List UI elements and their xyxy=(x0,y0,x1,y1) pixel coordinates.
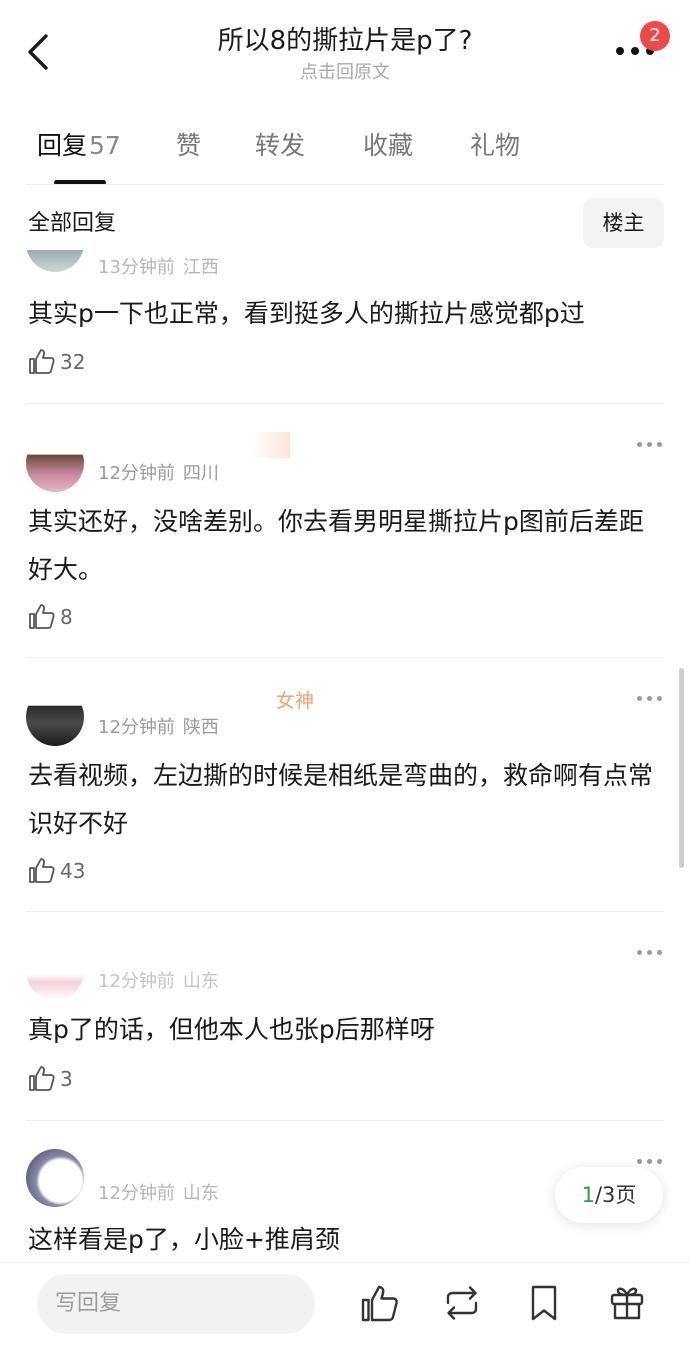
tab-replies-label: 回复 xyxy=(37,131,88,160)
avatar[interactable] xyxy=(26,1149,84,1207)
comment-item: 13分钟前 江西 其实p一下也正常，看到挺多人的撕拉片感觉都p过 32 xyxy=(0,250,690,400)
comment-text: 真p了的话，但他本人也张p后那样呀 xyxy=(28,1015,435,1044)
bookmark-icon xyxy=(531,1285,557,1321)
comment-more-button[interactable] xyxy=(636,693,664,705)
top-header: 所以8的撕拉片是p了? 点击回原文 2 xyxy=(0,0,690,100)
tab-bar: 回复57 赞 转发 收藏 礼物 xyxy=(0,118,690,188)
reply-input[interactable]: 写回复 xyxy=(37,1274,315,1334)
divider xyxy=(26,403,664,404)
comment-text: 这样看是p了，小脸+推肩颈 xyxy=(28,1225,340,1254)
comment-meta: 12分钟前 山东 xyxy=(98,1182,219,1206)
avatar[interactable] xyxy=(26,250,84,272)
comment-more-button[interactable] xyxy=(636,439,664,451)
comment-time: 13分钟前 xyxy=(98,257,175,278)
page-indicator[interactable]: 1/3页 xyxy=(555,1167,663,1223)
avatar[interactable] xyxy=(26,434,84,492)
scrollbar[interactable] xyxy=(679,668,684,868)
thumb-up-icon xyxy=(29,858,55,883)
comment-time: 12分钟前 xyxy=(98,463,175,484)
divider xyxy=(26,1120,664,1121)
comment-location: 江西 xyxy=(182,257,219,278)
comment-meta: 12分钟前 四川 xyxy=(98,462,219,486)
tab-replies[interactable]: 回复57 xyxy=(37,128,121,164)
comment-meta: 12分钟前 山东 xyxy=(98,970,219,994)
more-dots-icon xyxy=(637,442,642,447)
like-count: 8 xyxy=(60,605,73,629)
repost-button[interactable] xyxy=(442,1283,482,1323)
divider xyxy=(26,657,664,658)
avatar[interactable] xyxy=(26,942,84,1000)
more-dots-icon xyxy=(637,696,642,701)
comment-more-button[interactable] xyxy=(636,1156,664,1168)
tab-favorites[interactable]: 收藏 xyxy=(363,128,413,164)
comment-location: 陕西 xyxy=(182,717,219,738)
current-page: 1 xyxy=(581,1183,595,1207)
comment-time: 12分钟前 xyxy=(98,971,175,992)
like-post-button[interactable] xyxy=(360,1283,400,1323)
notification-badge: 2 xyxy=(640,21,670,51)
username[interactable]: 女神 xyxy=(276,686,314,713)
comment-text: 其实p一下也正常，看到挺多人的撕拉片感觉都p过 xyxy=(28,299,585,328)
tab-gifts[interactable]: 礼物 xyxy=(470,128,520,164)
back-button[interactable] xyxy=(22,30,58,74)
comment-location: 山东 xyxy=(182,971,219,992)
thumb-up-icon xyxy=(29,604,55,629)
username[interactable] xyxy=(250,432,290,458)
thumb-up-icon xyxy=(29,349,55,374)
comment-location: 四川 xyxy=(182,463,219,484)
thumb-up-icon xyxy=(361,1285,398,1322)
total-pages: /3页 xyxy=(594,1183,637,1207)
divider xyxy=(26,184,664,185)
comment-more-button[interactable] xyxy=(636,947,664,959)
comment-location: 山东 xyxy=(182,1183,219,1204)
title-area[interactable]: 所以8的撕拉片是p了? 点击回原文 xyxy=(140,24,550,84)
divider xyxy=(26,911,664,912)
comment-list: 13分钟前 江西 其实p一下也正常，看到挺多人的撕拉片感觉都p过 32 12分钟前… xyxy=(0,250,690,1260)
page-title: 所以8的撕拉片是p了? xyxy=(217,26,473,56)
comment-meta: 13分钟前 江西 xyxy=(98,256,219,280)
comment-meta: 12分钟前 陕西 xyxy=(98,716,219,740)
section-title: 全部回复 xyxy=(28,211,117,236)
op-only-filter-button[interactable]: 楼主 xyxy=(583,198,664,248)
avatar[interactable] xyxy=(26,688,84,746)
like-count: 32 xyxy=(60,350,86,374)
gift-icon xyxy=(610,1287,644,1320)
comment-time: 12分钟前 xyxy=(98,1183,175,1204)
comment-item: 12分钟前 山东 真p了的话，但他本人也张p后那样呀 3 xyxy=(0,930,690,1120)
back-arrow-icon xyxy=(28,34,48,70)
thumb-up-icon xyxy=(29,1066,55,1091)
comment-time: 12分钟前 xyxy=(98,717,175,738)
back-to-original-link[interactable]: 点击回原文 xyxy=(140,62,550,84)
more-dots-icon xyxy=(637,1159,642,1164)
like-count: 43 xyxy=(60,859,86,883)
gift-button[interactable] xyxy=(607,1283,647,1323)
comment-text: 其实还好，没啥差别。你去看男明星撕拉片p图前后差距好大。 xyxy=(28,507,644,584)
more-dots-icon xyxy=(637,950,642,955)
more-dots-icon xyxy=(616,47,624,55)
bottom-action-bar: 写回复 xyxy=(0,1262,690,1371)
tab-reposts[interactable]: 转发 xyxy=(255,128,305,164)
comment-item: 女神 12分钟前 陕西 去看视频，左边撕的时候是相纸是弯曲的，救命啊有点常识好不好… xyxy=(0,676,690,906)
repost-icon xyxy=(446,1286,478,1320)
like-count: 3 xyxy=(60,1067,73,1091)
reply-count: 57 xyxy=(89,131,121,160)
bookmark-button[interactable] xyxy=(524,1283,564,1323)
comment-item: 12分钟前 四川 其实还好，没啥差别。你去看男明星撕拉片p图前后差距好大。 8 xyxy=(0,422,690,652)
comment-text: 去看视频，左边撕的时候是相纸是弯曲的，救命啊有点常识好不好 xyxy=(28,761,654,838)
tab-likes[interactable]: 赞 xyxy=(176,128,201,164)
